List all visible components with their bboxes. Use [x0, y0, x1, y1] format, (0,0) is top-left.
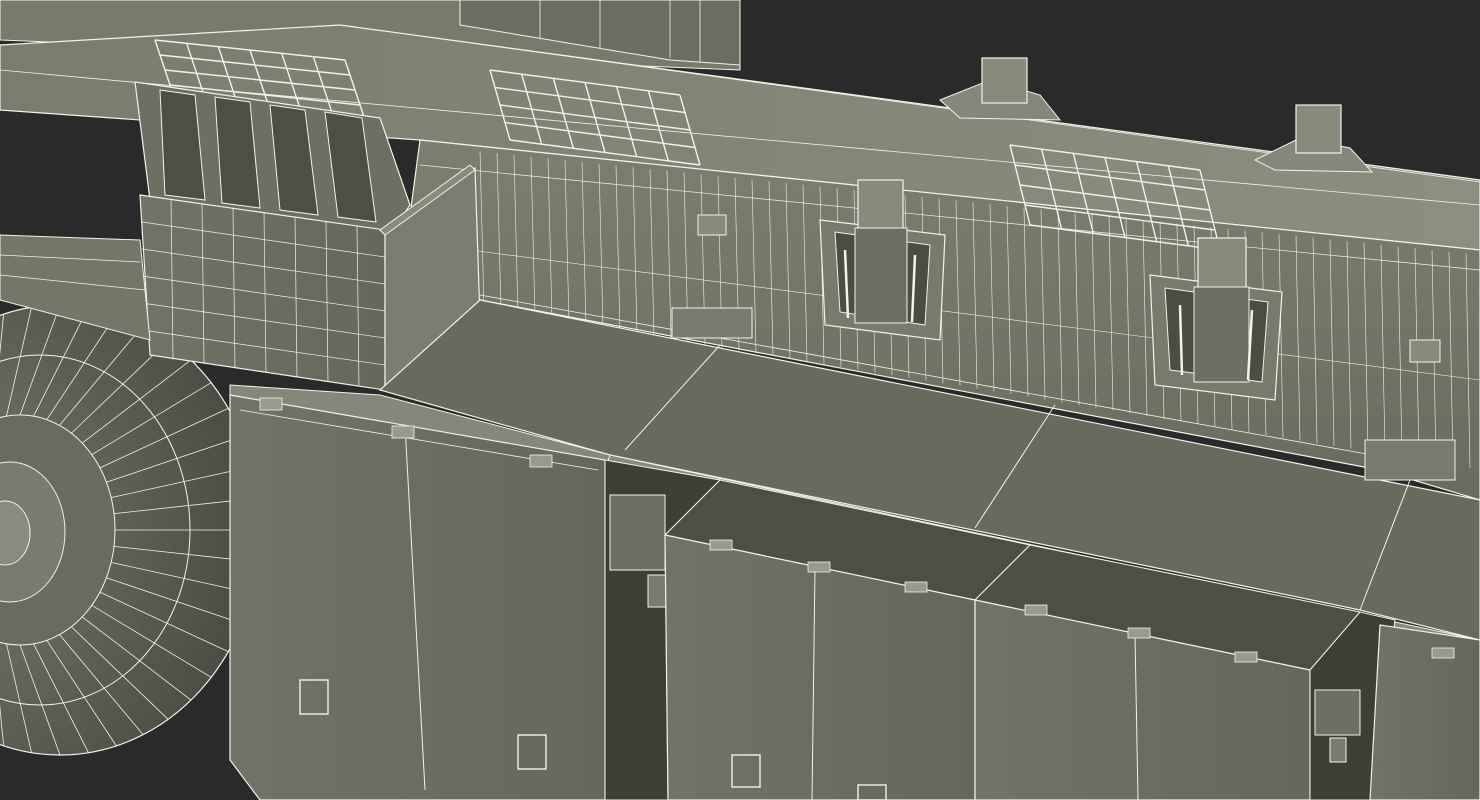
storage-box-far-right — [1369, 624, 1480, 800]
storage-box-left — [229, 394, 606, 800]
wheel — [0, 304, 261, 756]
crane-truck-wireframe — [0, 0, 1480, 800]
wireframe-render-viewport — [0, 0, 1480, 800]
